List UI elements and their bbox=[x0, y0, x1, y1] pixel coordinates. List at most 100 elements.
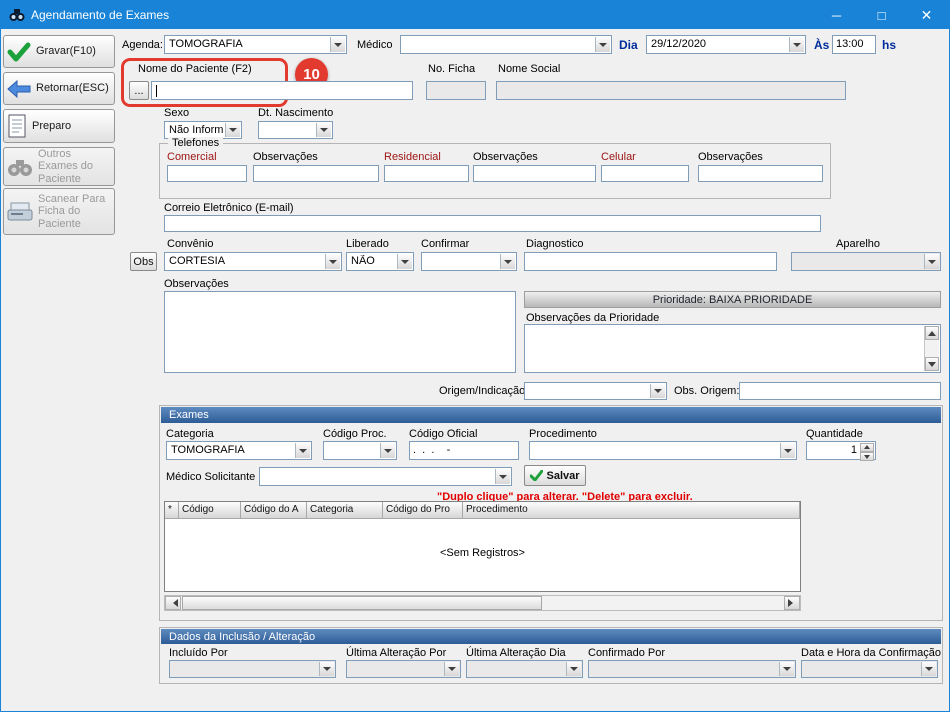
check-icon bbox=[530, 470, 543, 481]
chevron-down-icon[interactable] bbox=[780, 443, 795, 458]
obs-origem-input[interactable] bbox=[739, 382, 941, 400]
prioridade-obs-textarea[interactable] bbox=[524, 324, 941, 373]
app-window: Agendamento de Exames ─ □ ✕ Gravar(F10) … bbox=[0, 0, 950, 712]
nome-social-field bbox=[496, 81, 846, 100]
email-input[interactable] bbox=[164, 215, 821, 232]
dt-nascimento-combobox[interactable] bbox=[258, 121, 333, 139]
chevron-down-icon[interactable] bbox=[650, 384, 665, 398]
chevron-down-icon bbox=[319, 662, 334, 676]
codigo-proc-combobox[interactable] bbox=[323, 441, 397, 460]
preparo-button[interactable]: Preparo bbox=[3, 109, 115, 143]
minimize-button[interactable]: ─ bbox=[814, 1, 859, 29]
prioridade-header: Prioridade: BAIXA PRIORIDADE bbox=[524, 291, 941, 308]
nome-paciente-input[interactable] bbox=[151, 81, 413, 100]
incluido-por-combobox bbox=[169, 660, 336, 678]
hora-input[interactable]: 13:00 bbox=[832, 35, 876, 54]
exames-table[interactable]: * Código Código do A Categoria Código do… bbox=[164, 501, 801, 592]
codigo-oficial-input[interactable]: . . . - bbox=[409, 441, 519, 460]
form-area: Gravar(F10) Retornar(ESC) Preparo Outros… bbox=[1, 29, 949, 711]
salvar-button[interactable]: Salvar bbox=[524, 465, 586, 486]
confirmar-combobox[interactable] bbox=[421, 252, 517, 271]
column-header-categoria[interactable]: Categoria bbox=[307, 502, 383, 519]
binoculars-app-icon bbox=[9, 8, 25, 22]
dia-date-combobox[interactable]: 29/12/2020 bbox=[646, 35, 806, 54]
codigo-proc-label: Código Proc. bbox=[323, 428, 387, 440]
gravar-label: Gravar(F10) bbox=[36, 45, 96, 57]
dia-label: Dia bbox=[619, 38, 638, 52]
window-title: Agendamento de Exames bbox=[31, 8, 169, 22]
residencial-label: Residencial bbox=[384, 151, 441, 163]
residencial-obs-input[interactable] bbox=[473, 165, 596, 182]
empty-records-text: <Sem Registros> bbox=[165, 547, 800, 559]
agenda-value: TOMOGRAFIA bbox=[169, 38, 328, 50]
comercial-obs-input[interactable] bbox=[253, 165, 379, 182]
chevron-down-icon[interactable] bbox=[397, 254, 412, 269]
exames-table-header: * Código Código do A Categoria Código do… bbox=[165, 502, 800, 519]
outros-exames-button[interactable]: Outros Exames do Paciente bbox=[3, 147, 115, 186]
data-hora-confirmacao-label: Data e Hora da Confirmação bbox=[801, 647, 941, 659]
procedimento-combobox[interactable] bbox=[529, 441, 797, 460]
browse-patient-button[interactable]: ... bbox=[129, 81, 149, 100]
retornar-button[interactable]: Retornar(ESC) bbox=[3, 72, 115, 105]
obs-button[interactable]: Obs bbox=[130, 252, 157, 271]
ultima-alteracao-dia-combobox bbox=[466, 660, 583, 678]
chevron-down-icon[interactable] bbox=[495, 469, 510, 484]
column-header-codigo[interactable]: Código bbox=[179, 502, 241, 519]
chevron-down-icon[interactable] bbox=[595, 37, 610, 52]
close-button[interactable]: ✕ bbox=[904, 1, 949, 29]
ultima-alteracao-por-label: Última Alteração Por bbox=[346, 647, 446, 659]
chevron-down-icon[interactable] bbox=[380, 443, 395, 458]
ultima-alteracao-por-combobox bbox=[346, 660, 461, 678]
scroll-left-button[interactable] bbox=[165, 596, 181, 610]
chevron-down-icon bbox=[566, 662, 581, 676]
scroll-right-button[interactable] bbox=[784, 596, 800, 610]
scroll-up-button[interactable] bbox=[925, 326, 939, 340]
column-header-procedimento[interactable]: Procedimento bbox=[463, 502, 800, 519]
column-header-codigo-pro[interactable]: Código do Pro bbox=[383, 502, 463, 519]
chevron-down-icon[interactable] bbox=[325, 254, 340, 269]
comercial-input[interactable] bbox=[167, 165, 247, 182]
convenio-combobox[interactable]: CORTESIA bbox=[164, 252, 342, 271]
hs-label: hs bbox=[882, 38, 896, 52]
scroll-down-button[interactable] bbox=[925, 357, 939, 371]
celular-input[interactable] bbox=[601, 165, 689, 182]
horizontal-scrollbar[interactable] bbox=[164, 595, 801, 611]
residencial-input[interactable] bbox=[384, 165, 469, 182]
residencial-obs-label: Observações bbox=[473, 151, 538, 163]
scanear-button[interactable]: Scanear Para Ficha do Paciente bbox=[3, 188, 115, 235]
liberado-combobox[interactable]: NÃO bbox=[346, 252, 414, 271]
stepper-down-icon[interactable] bbox=[860, 452, 874, 461]
medico-combobox[interactable] bbox=[400, 35, 612, 54]
chevron-down-icon[interactable] bbox=[330, 37, 345, 52]
categoria-label: Categoria bbox=[166, 428, 214, 440]
chevron-down-icon[interactable] bbox=[789, 37, 804, 52]
scrollbar-thumb[interactable] bbox=[182, 596, 542, 610]
gravar-button[interactable]: Gravar(F10) bbox=[3, 35, 115, 68]
maximize-button[interactable]: □ bbox=[859, 1, 904, 29]
stepper-up-icon[interactable] bbox=[860, 443, 874, 452]
quantidade-stepper[interactable]: 1 bbox=[806, 441, 876, 460]
codigo-oficial-label: Código Oficial bbox=[409, 428, 477, 440]
chevron-down-icon[interactable] bbox=[500, 254, 515, 269]
observacoes-textarea[interactable] bbox=[164, 291, 516, 373]
obs-origem-label: Obs. Origem: bbox=[674, 385, 739, 397]
origem-combobox[interactable] bbox=[524, 382, 667, 400]
column-header-codigo-a[interactable]: Código do A bbox=[241, 502, 307, 519]
agenda-label: Agenda: bbox=[122, 39, 163, 51]
diagnostico-label: Diagnostico bbox=[526, 238, 583, 250]
chevron-down-icon[interactable] bbox=[295, 443, 310, 458]
categoria-combobox[interactable]: TOMOGRAFIA bbox=[166, 441, 312, 460]
check-icon bbox=[7, 42, 31, 62]
agenda-combobox[interactable]: TOMOGRAFIA bbox=[164, 35, 347, 54]
diagnostico-input[interactable] bbox=[524, 252, 777, 271]
column-header-marker[interactable]: * bbox=[165, 502, 179, 519]
no-ficha-label: No. Ficha bbox=[428, 63, 475, 75]
sexo-value: Não Informa bbox=[169, 124, 223, 136]
chevron-down-icon[interactable] bbox=[225, 123, 240, 137]
celular-obs-label: Observações bbox=[698, 151, 763, 163]
as-label: Às bbox=[814, 38, 829, 52]
chevron-down-icon[interactable] bbox=[316, 123, 331, 137]
medico-solicitante-combobox[interactable] bbox=[259, 467, 512, 486]
celular-obs-input[interactable] bbox=[698, 165, 823, 182]
vertical-scrollbar[interactable] bbox=[924, 326, 939, 371]
